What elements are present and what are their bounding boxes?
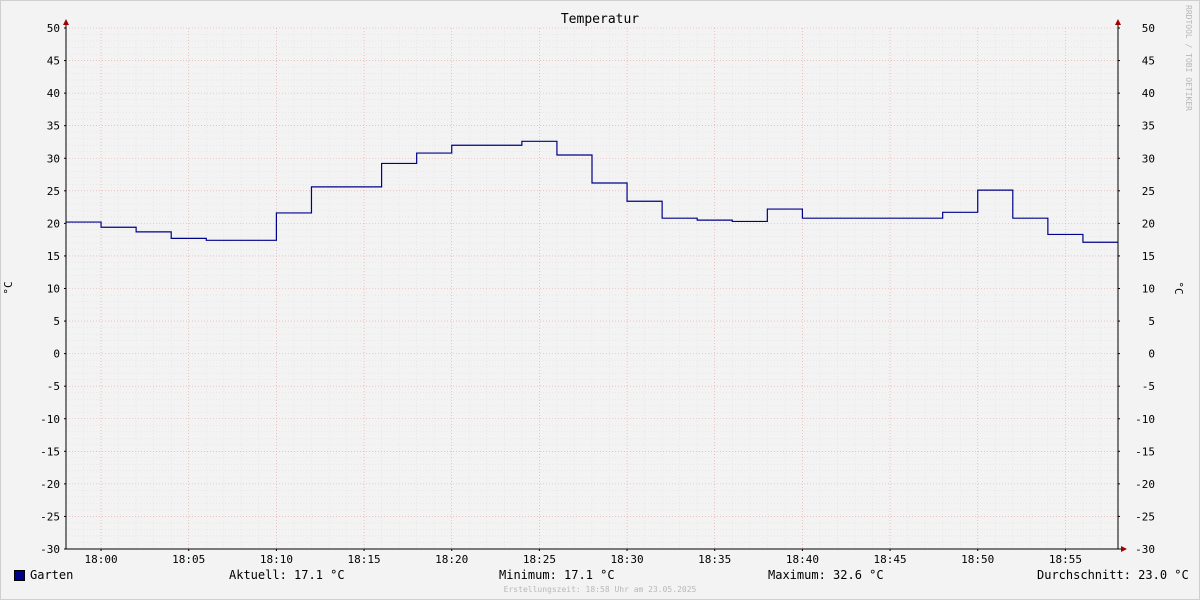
legend-swatch (14, 570, 25, 581)
y-tick-label-left: 50 (47, 22, 60, 35)
x-tick-label: 18:05 (172, 553, 205, 565)
y-tick-label-left: 20 (47, 217, 60, 230)
x-tick-label: 18:20 (435, 553, 468, 565)
maximum-value: Maximum: 32.6 °C (768, 568, 884, 582)
x-tick-label: 18:50 (961, 553, 994, 565)
y-tick-label-left: 45 (47, 55, 60, 68)
rrdtool-watermark: RRDTOOL / TOBI OETIKER (1184, 5, 1193, 111)
current-value: Aktuell: 17.1 °C (229, 568, 345, 582)
y-tick-label-right: 30 (1142, 152, 1155, 165)
creation-timestamp: Erstellungszeit: 18:58 Uhr am 23.05.2025 (503, 585, 697, 594)
y-tick-label-left: 25 (47, 185, 60, 198)
legend-series-name: Garten (30, 568, 74, 582)
y-tick-label-right: 0 (1148, 348, 1155, 361)
y-axis-label-left: °C (2, 281, 15, 294)
series-line-garten (66, 140, 1118, 243)
y-tick-label-right: 5 (1148, 315, 1155, 328)
x-tick-label: 18:15 (348, 553, 381, 565)
y-tick-label-left: -10 (40, 413, 60, 426)
grid (65, 27, 1119, 550)
y-tick-label-left: -5 (47, 380, 60, 393)
tick-labels: 50 5045 4540 4035 3530 3025 2520 2015 1510 105 50 0… (40, 22, 1155, 565)
y-tick-label-left: -30 (40, 543, 60, 556)
axes (63, 19, 1127, 552)
x-tick-label: 18:40 (786, 553, 819, 565)
average-value: Durchschnitt: 23.0 °C (1037, 568, 1189, 582)
y-tick-label-right: 40 (1142, 87, 1155, 100)
y-tick-label-left: 40 (47, 87, 60, 100)
y-tick-label-left: 5 (53, 315, 60, 328)
y-tick-label-right: 35 (1142, 120, 1155, 133)
x-tick-label: 18:00 (85, 553, 118, 565)
chart-title: Temperatur (561, 12, 639, 27)
x-axis-arrow (1121, 546, 1127, 552)
x-tick-label: 18:25 (523, 553, 556, 565)
series-layer (66, 140, 1118, 243)
y-tick-label-right: 10 (1142, 283, 1155, 296)
x-tick-label: 18:10 (260, 553, 293, 565)
y-tick-label-left: -25 (40, 510, 60, 523)
y-tick-label-left: -15 (40, 445, 60, 458)
y-tick-label-right: 15 (1142, 250, 1155, 263)
y-tick-label-left: 0 (53, 348, 60, 361)
x-tick-label: 18:30 (611, 553, 644, 565)
y-tick-label-left: 15 (47, 250, 60, 263)
y-tick-label-right: -25 (1135, 510, 1155, 523)
y-tick-label-right: -15 (1135, 445, 1155, 458)
x-tick-label: 18:55 (1049, 553, 1082, 565)
temperature-chart: Temperatur °C °C 50 5045 4540 4035 3530 3025 2… (2, 12, 1185, 565)
x-tick-label: 18:45 (874, 553, 907, 565)
y-tick-label-right: 50 (1142, 22, 1155, 35)
y-tick-label-right: 45 (1142, 55, 1155, 68)
y-tick-label-left: 30 (47, 152, 60, 165)
y-axis-label-right: °C (1172, 281, 1185, 294)
y-tick-label-left: 10 (47, 283, 60, 296)
y-tick-label-left: -20 (40, 478, 60, 491)
x-tick-label: 18:35 (698, 553, 731, 565)
y-tick-label-left: 35 (47, 120, 60, 133)
y-axis-arrow-right (1115, 19, 1121, 25)
y-tick-label-right: -30 (1135, 543, 1155, 556)
y-tick-label-right: -5 (1142, 380, 1155, 393)
y-tick-label-right: -10 (1135, 413, 1155, 426)
y-tick-label-right: -20 (1135, 478, 1155, 491)
y-tick-label-right: 25 (1142, 185, 1155, 198)
minimum-value: Minimum: 17.1 °C (499, 568, 615, 582)
y-tick-label-right: 20 (1142, 217, 1155, 230)
y-axis-arrow-left (63, 19, 69, 25)
